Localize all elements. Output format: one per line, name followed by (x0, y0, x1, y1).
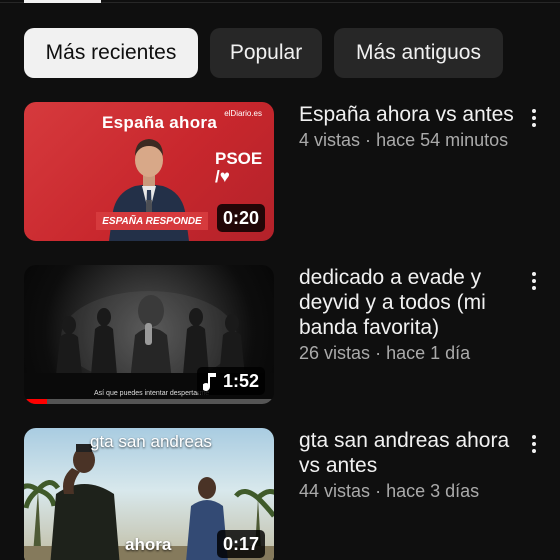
video-meta: 4 vistas · hace 54 minutos (299, 129, 514, 151)
more-options-icon[interactable] (522, 105, 546, 131)
view-count: 26 vistas (299, 343, 371, 363)
video-info[interactable]: dedicado a evade y deyvid y a todos (mi … (299, 265, 514, 364)
chip-mas-recientes[interactable]: Más recientes (24, 28, 198, 78)
chip-mas-antiguos[interactable]: Más antiguos (334, 28, 503, 78)
music-note-icon (202, 372, 216, 391)
upload-age: hace 1 día (386, 343, 471, 363)
party-logo-line1: PSOE (215, 149, 263, 168)
video-item[interactable]: gta san andreas ahora 0:17 gta san andre… (24, 428, 560, 560)
upload-age: hace 54 minutos (376, 130, 509, 150)
video-info[interactable]: España ahora vs antes 4 vistas · hace 54… (299, 102, 514, 151)
upload-age: hace 3 días (386, 481, 480, 501)
chip-popular[interactable]: Popular (210, 28, 322, 78)
sort-chips: Más recientes Popular Más antiguos (24, 28, 503, 78)
duration-text: 0:17 (222, 534, 259, 554)
party-logo-line2: /♥ (215, 167, 230, 186)
video-item[interactable]: España ahora elDiario.es PSOE /♥ ESPAÑA … (24, 102, 560, 242)
duration-text: 0:20 (222, 208, 259, 228)
more-options-icon[interactable] (522, 431, 546, 457)
watch-progress-fill (24, 399, 47, 404)
view-count: 44 vistas (299, 481, 371, 501)
duration-badge: 1:52 (196, 367, 265, 395)
video-info[interactable]: gta san andreas ahora vs antes 44 vistas… (299, 428, 514, 502)
video-thumbnail[interactable]: España ahora elDiario.es PSOE /♥ ESPAÑA … (24, 102, 274, 241)
video-thumbnail[interactable]: Así que puedes intentar despertarme 1:52 (24, 265, 274, 404)
thumbnail-overlay-bottom: ahora (125, 535, 172, 554)
video-item[interactable]: Así que puedes intentar despertarme 1:52… (24, 265, 560, 405)
party-logo: PSOE /♥ (215, 150, 262, 186)
meta-separator: · (375, 343, 382, 363)
video-meta: 44 vistas · hace 3 días (299, 480, 514, 502)
video-title[interactable]: dedicado a evade y deyvid y a todos (mi … (299, 265, 514, 340)
channel-videos-screen: Más recientes Popular Más antiguos Españ… (0, 0, 560, 560)
thumbnail-caption: Así que puedes intentar despertarme (94, 390, 210, 397)
active-tab-indicator (24, 0, 101, 3)
meta-separator: · (375, 481, 382, 501)
video-title[interactable]: gta san andreas ahora vs antes (299, 428, 514, 478)
duration-text: 1:52 (222, 371, 259, 391)
watch-progress-bar (24, 399, 274, 404)
video-thumbnail[interactable]: gta san andreas ahora 0:17 (24, 428, 274, 560)
video-title[interactable]: España ahora vs antes (299, 102, 514, 127)
thumbnail-overlay-title: España ahora (102, 113, 218, 132)
thumbnail-caption-banner: ESPAÑA RESPONDE (96, 212, 208, 230)
view-count: 4 vistas (299, 130, 361, 150)
thumbnail-overlay-top: gta san andreas (90, 432, 212, 451)
thumbnail-source-logo: elDiario.es (224, 109, 262, 118)
meta-separator: · (365, 130, 372, 150)
video-meta: 26 vistas · hace 1 día (299, 342, 514, 364)
more-options-icon[interactable] (522, 268, 546, 294)
duration-badge: 0:20 (216, 204, 265, 232)
duration-badge: 0:17 (216, 530, 265, 558)
